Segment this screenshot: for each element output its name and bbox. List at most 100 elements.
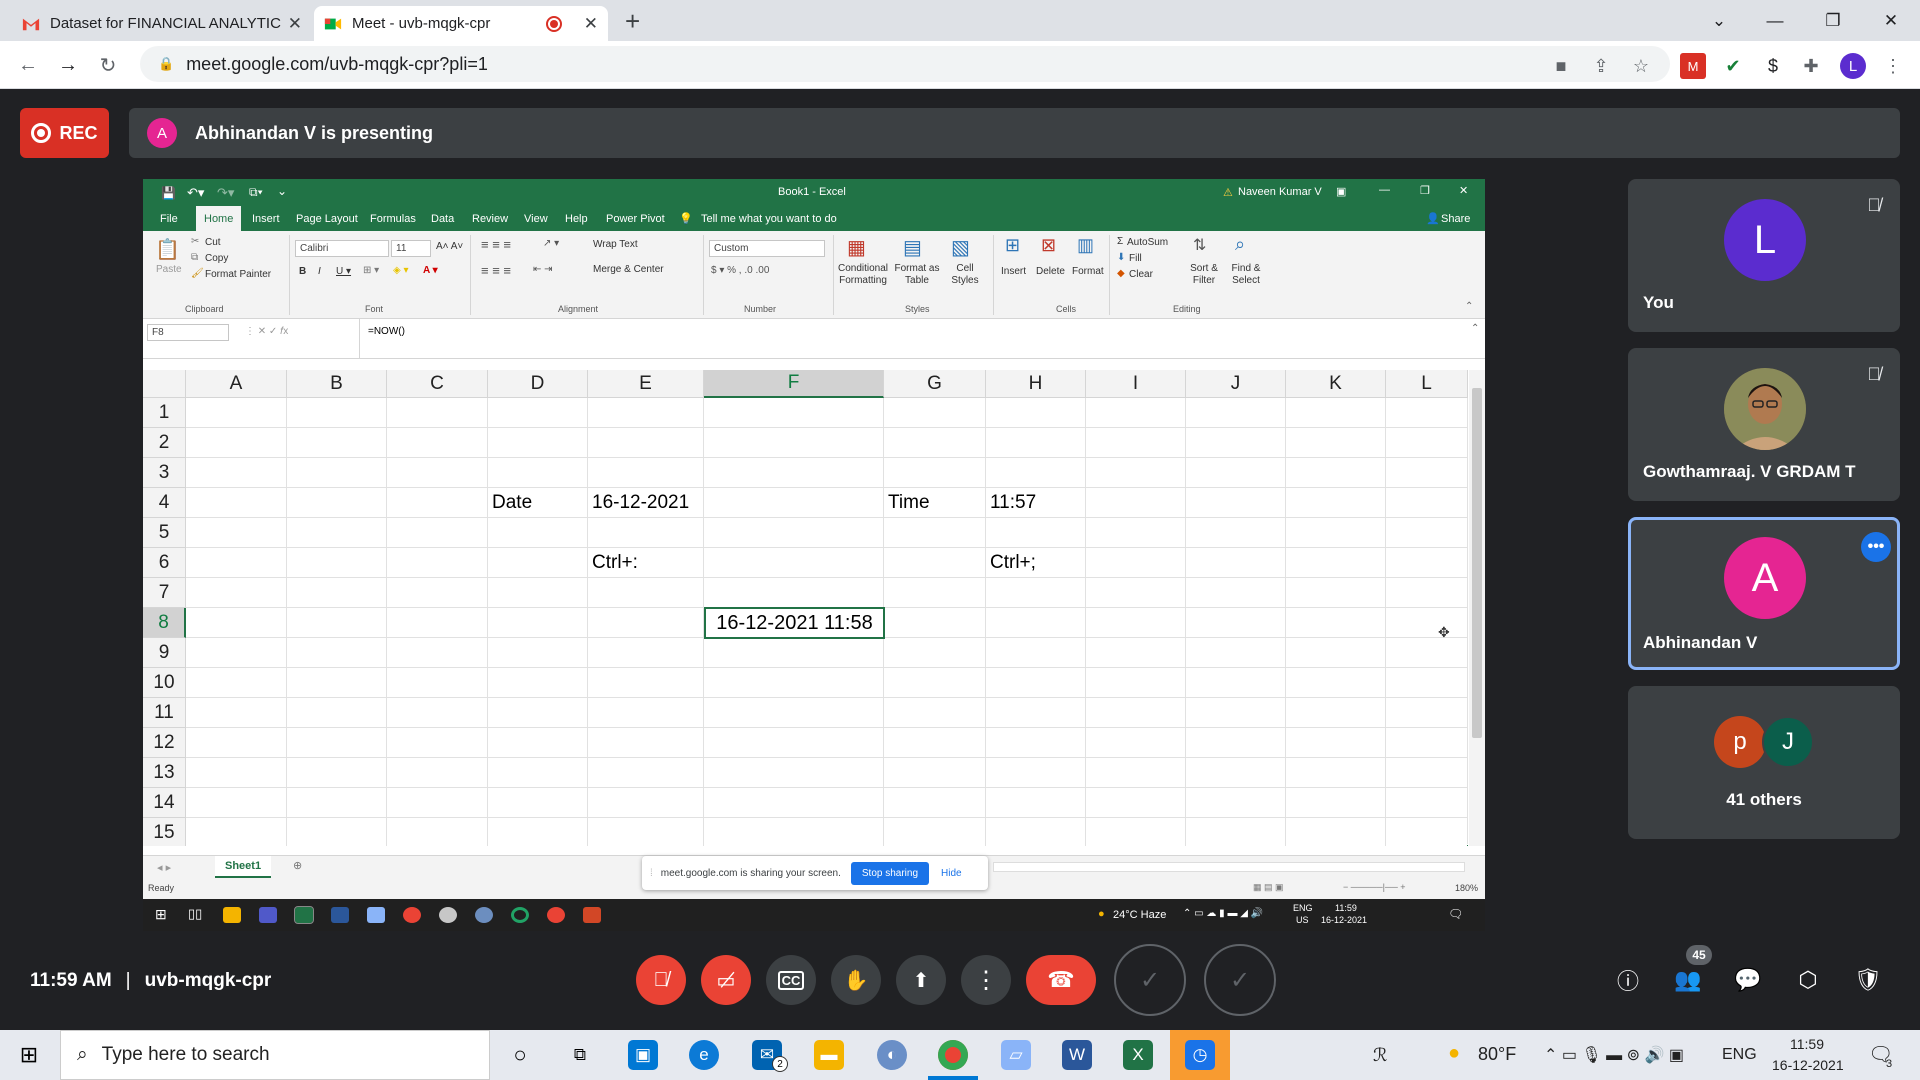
browser-menu-icon[interactable]: ⋮ <box>1880 53 1906 79</box>
cell-d4[interactable]: Date <box>492 488 532 518</box>
italic-icon[interactable]: I <box>318 266 321 277</box>
new-tab-button[interactable]: + <box>625 6 640 37</box>
merge-center-button[interactable]: Merge & Center <box>593 264 664 275</box>
tab-view[interactable]: View <box>524 206 548 231</box>
row-header-6[interactable]: 6 <box>143 548 186 578</box>
people-tray-icon[interactable]: ℛ <box>1373 1045 1387 1066</box>
excel-minimize-icon[interactable]: — <box>1379 184 1390 196</box>
taskbar-date[interactable]: 16-12-2021 <box>1772 1057 1844 1073</box>
minimize-icon[interactable]: — <box>1752 0 1798 41</box>
more-options-button[interactable]: ⋮ <box>961 955 1011 1005</box>
row-header-7[interactable]: 7 <box>143 578 186 608</box>
spreadsheet-grid[interactable]: A B C D E F G H I J K L 1 2 3 4 5 6 7 8 9 10 11 12 13 14 15 Date 16-… <box>143 370 1468 846</box>
tab-search-icon[interactable]: ⌄ <box>1696 0 1742 41</box>
wrap-text-button[interactable]: Wrap Text <box>593 239 638 250</box>
vertical-scrollbar[interactable] <box>1469 370 1485 846</box>
cut-button[interactable]: Cut <box>205 237 221 248</box>
redo-icon[interactable]: ↷▾ <box>217 185 234 201</box>
row-header-15[interactable]: 15 <box>143 818 186 846</box>
row-header-5[interactable]: 5 <box>143 518 186 548</box>
format-cells-button[interactable]: Format <box>1072 266 1104 277</box>
cell-h4[interactable]: 11:57 <box>990 488 1036 518</box>
edge-icon[interactable]: e <box>689 1040 719 1070</box>
orientation-icon[interactable]: ↗ ▾ <box>543 238 559 249</box>
font-color-icon[interactable]: A ▾ <box>423 265 438 276</box>
close-tab-icon[interactable]: ✕ <box>288 14 302 34</box>
powerpoint-icon[interactable] <box>583 907 601 923</box>
inner-notifications-icon[interactable]: 🗨 <box>1448 907 1463 921</box>
sheet-tab-sheet1[interactable]: Sheet1 <box>215 856 272 878</box>
start-icon[interactable]: ⊞ <box>155 906 167 923</box>
selected-cell-f8[interactable]: 16-12-2021 11:58 <box>704 607 885 639</box>
back-icon[interactable]: ← <box>12 49 44 81</box>
excel-restore-icon[interactable]: ❐ <box>1420 184 1430 197</box>
bold-icon[interactable]: B <box>299 266 306 277</box>
taskbar-weather[interactable]: 80°F <box>1478 1044 1516 1065</box>
ribbon-display-icon[interactable]: ▣ <box>1336 185 1346 198</box>
align-left-icon[interactable]: ≡ ≡ ≡ <box>481 263 511 278</box>
undo-icon[interactable]: ↶▾ <box>187 185 204 201</box>
collapse-ribbon-icon[interactable]: ⌃ <box>1465 301 1473 312</box>
tab-page-layout[interactable]: Page Layout <box>296 206 358 231</box>
borders-icon[interactable]: ⊞ ▾ <box>363 265 379 276</box>
cell-e6[interactable]: Ctrl+: <box>592 548 638 578</box>
extension-check-button[interactable]: ✓ <box>1204 944 1276 1016</box>
tab-file[interactable]: File <box>160 206 178 231</box>
insert-cells-button[interactable]: Insert <box>1001 266 1026 277</box>
bookmark-star-icon[interactable]: ☆ <box>1628 53 1654 79</box>
address-bar[interactable]: 🔒 meet.google.com/uvb-mqgk-cpr?pli=1 <box>140 46 1670 82</box>
row-header-4[interactable]: 4 <box>143 488 186 518</box>
row-header-3[interactable]: 3 <box>143 458 186 488</box>
cell-g4[interactable]: Time <box>888 488 930 518</box>
autosum-button[interactable]: AutoSum <box>1127 237 1168 248</box>
leave-call-button[interactable]: ☎ <box>1026 955 1096 1005</box>
share-page-icon[interactable]: ⇪ <box>1588 53 1614 79</box>
present-screen-button[interactable]: ⬆ <box>896 955 946 1005</box>
tab-power-pivot[interactable]: Power Pivot <box>606 206 665 231</box>
copy-button[interactable]: Copy <box>205 253 228 264</box>
font-name-select[interactable]: Calibri <box>295 240 389 257</box>
chat-icon[interactable]: 💬 <box>1731 963 1765 997</box>
tab-review[interactable]: Review <box>472 206 508 231</box>
browser-tab-meet[interactable]: Meet - uvb-mqgk-cpr ✕ <box>314 6 608 41</box>
align-top-icon[interactable]: ≡ ≡ ≡ <box>481 237 511 252</box>
tab-insert[interactable]: Insert <box>252 206 280 231</box>
sort-filter-button[interactable]: Sort & Filter <box>1183 263 1225 287</box>
forward-icon[interactable]: → <box>52 49 84 81</box>
clear-button[interactable]: Clear <box>1129 269 1153 280</box>
tell-me-search[interactable]: Tell me what you want to do <box>701 206 837 231</box>
column-header-f[interactable]: F <box>704 370 884 398</box>
file-explorer-icon[interactable]: ▬ <box>814 1040 844 1070</box>
meeting-details-icon[interactable]: ⓘ <box>1611 963 1645 997</box>
row-header-13[interactable]: 13 <box>143 758 186 788</box>
reload-icon[interactable]: ↻ <box>92 49 124 81</box>
explorer-icon[interactable] <box>223 907 241 923</box>
collapse-formula-icon[interactable]: ⌃ <box>1471 323 1479 334</box>
column-header-g[interactable]: G <box>884 370 986 398</box>
windows-start-icon[interactable]: ⊞ <box>14 1040 44 1070</box>
task-view-icon[interactable]: ▯▯ <box>188 906 202 922</box>
camera-icon[interactable]: ■ <box>1548 53 1574 79</box>
task-view-icon[interactable]: ⧉ <box>565 1040 595 1070</box>
word-icon[interactable]: W <box>1062 1040 1092 1070</box>
indent-icon[interactable]: ⇤ ⇥ <box>533 264 553 275</box>
fill-color-icon[interactable]: ◈ ▾ <box>393 265 409 276</box>
excel-share-button[interactable]: Share <box>1441 206 1470 231</box>
name-box[interactable]: F8 <box>147 324 229 341</box>
cell-e4[interactable]: 16-12-2021 <box>592 488 689 518</box>
column-header-a[interactable]: A <box>186 370 287 398</box>
recording-badge[interactable]: REC <box>20 108 109 158</box>
captions-button[interactable]: CC <box>766 955 816 1005</box>
column-header-j[interactable]: J <box>1186 370 1286 398</box>
number-format-select[interactable]: Custom <box>709 240 825 257</box>
chrome-icon[interactable] <box>403 907 421 923</box>
excel-icon[interactable]: X <box>1123 1040 1153 1070</box>
activities-icon[interactable]: ⬡ <box>1791 963 1825 997</box>
close-tab-icon[interactable]: ✕ <box>584 14 598 34</box>
r-icon[interactable] <box>475 907 493 923</box>
cell-styles-button[interactable]: Cell Styles <box>945 263 985 287</box>
extension-dollar-icon[interactable]: $ <box>1760 53 1786 79</box>
tab-home[interactable]: Home <box>196 206 242 231</box>
row-header-1[interactable]: 1 <box>143 398 186 428</box>
save-icon[interactable]: 💾 <box>161 186 176 200</box>
